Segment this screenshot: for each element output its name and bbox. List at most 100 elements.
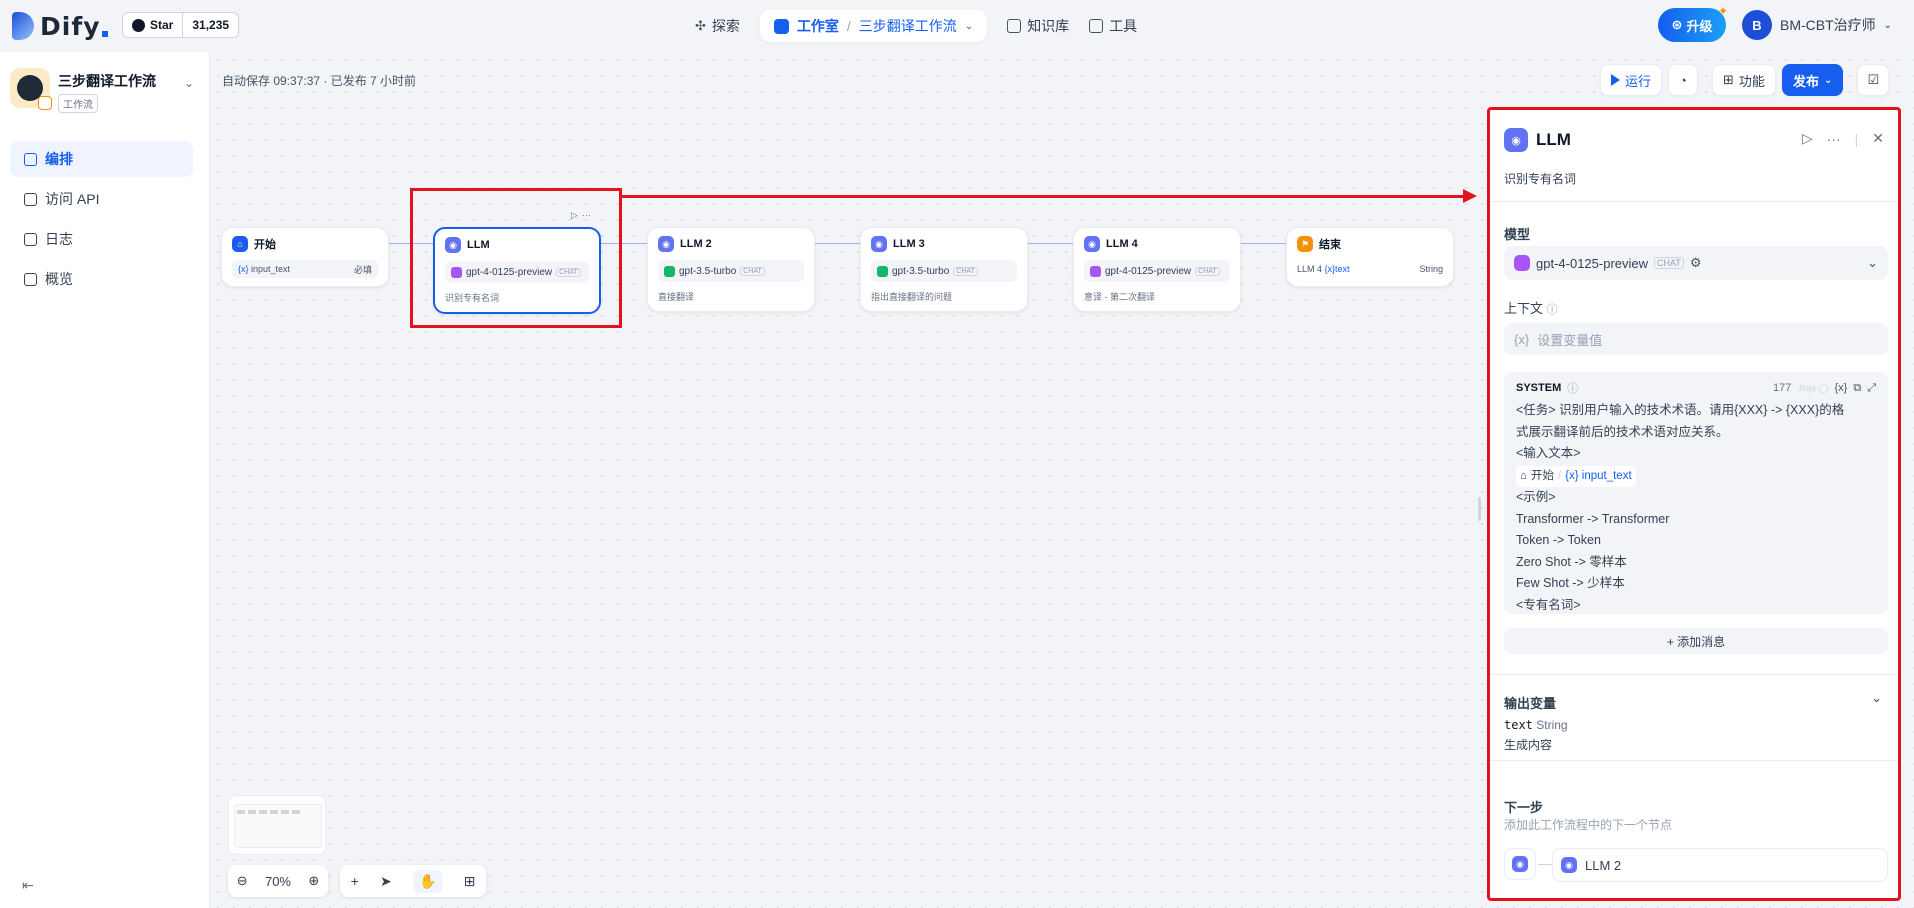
play-icon — [1611, 74, 1620, 86]
context-label-text: 上下文 — [1504, 301, 1544, 316]
bar-chart-icon — [24, 272, 37, 286]
node-title: LLM 3 — [893, 238, 925, 250]
close-icon[interactable]: ✕ — [1872, 130, 1884, 147]
dify-logo[interactable]: Dify — [12, 10, 108, 42]
settings-sliders-icon[interactable]: ⚙ — [1690, 255, 1702, 271]
divider — [1490, 201, 1898, 202]
help-icon[interactable]: ⓘ — [1567, 380, 1578, 396]
insert-variable-icon[interactable]: {x} — [1834, 382, 1847, 394]
node-end[interactable]: ⚑ 结束 LLM 4 {x}text String — [1286, 227, 1454, 287]
system-prompt-editor[interactable]: SYSTEM ⓘ 177 Jinja ◯ {x} ⧉ ⤢ <任务> 识别用户输入… — [1504, 372, 1888, 614]
divider — [1490, 760, 1898, 761]
expand-icon[interactable]: ⤢ — [1867, 382, 1876, 395]
history-button[interactable]: ◔ — [1668, 64, 1699, 96]
divider: | — [1854, 130, 1859, 147]
collapse-sidebar-icon[interactable]: ⇤ — [22, 877, 34, 894]
nav-app-name[interactable]: 三步翻译工作流 — [859, 16, 957, 36]
compass-icon: ✣ — [695, 18, 706, 33]
history-icon: ◔ — [1679, 72, 1687, 88]
chevron-down-icon[interactable]: ⌄ — [184, 76, 194, 90]
node-title: LLM 2 — [680, 238, 712, 250]
panel-actions: ▷ ··· | ✕ — [1802, 130, 1884, 147]
nav-explore[interactable]: ✣ 探索 — [695, 16, 740, 36]
context-label: 上下文 ⓘ — [1504, 298, 1558, 317]
nav-knowledge[interactable]: 知识库 — [1007, 16, 1069, 36]
hand-icon[interactable]: ✋ — [412, 869, 443, 893]
run-button[interactable]: 运行 — [1600, 64, 1663, 96]
prompt-line: Token -> Token — [1516, 533, 1601, 547]
organize-icon[interactable]: ⊞ — [464, 873, 476, 890]
upgrade-icon: ⊛ — [1671, 17, 1683, 32]
edge — [1241, 243, 1287, 244]
annotation-arrow-line — [622, 195, 1465, 198]
github-star-count: 31,235 — [192, 18, 230, 32]
flag-icon: ⚑ — [1297, 236, 1313, 252]
github-star-button[interactable]: Star 31,235 — [122, 12, 240, 38]
next-step-connector — [1538, 864, 1552, 865]
variable-sep: / — [1557, 469, 1562, 482]
output-variables-label[interactable]: 输出变量 — [1504, 693, 1556, 712]
nav-studio-label[interactable]: 工作室 — [797, 16, 839, 36]
upgrade-label: 升级 — [1686, 18, 1713, 34]
system-label: SYSTEM — [1516, 382, 1562, 394]
node-llm-3[interactable]: ◉ LLM 3 gpt-3.5-turbo CHAT 指出直接翻译的问题 — [860, 227, 1028, 312]
chevron-down-icon: ⌄ — [1883, 19, 1893, 31]
openai-icon — [664, 265, 675, 277]
pointer-icon[interactable]: ➤ — [380, 873, 392, 890]
features-button[interactable]: ⊞ 功能 — [1712, 64, 1776, 96]
divider — [1490, 674, 1898, 675]
openai-icon — [1090, 265, 1101, 277]
sidebar-item-label: 访问 API — [45, 191, 100, 207]
sidebar-item-logs[interactable]: 日志 — [10, 221, 193, 257]
book-icon — [1007, 19, 1022, 33]
model-name: gpt-3.5-turbo — [892, 265, 950, 277]
output-var-name: text — [1504, 718, 1533, 732]
model-selector[interactable]: gpt-4-0125-preview CHAT ⚙ ⌄ — [1504, 246, 1888, 280]
jinja-toggle[interactable]: Jinja ◯ — [1797, 383, 1828, 394]
app-header[interactable]: 三步翻译工作流 工作流 ⌄ — [10, 68, 200, 113]
annotation-highlight-box — [410, 188, 622, 328]
upgrade-button[interactable]: ⊛ 升级 ✦ — [1658, 4, 1728, 42]
sidebar-item-api[interactable]: 访问 API — [10, 181, 193, 217]
nav-studio-pill[interactable]: 工作室 / 三步翻译工作流 ⌄ — [759, 10, 988, 42]
play-icon[interactable]: ▷ — [1802, 130, 1813, 147]
main-nav: ✣ 探索 工作室 / 三步翻译工作流 ⌄ 知识库 工具 — [695, 10, 1137, 42]
add-node-icon[interactable]: + — [351, 873, 359, 889]
more-icon[interactable]: ··· — [1827, 131, 1841, 147]
nav-knowledge-label: 知识库 — [1027, 18, 1070, 34]
copy-icon[interactable]: ⧉ — [1853, 382, 1861, 395]
chevron-down-icon[interactable]: ⌄ — [1871, 690, 1882, 706]
minimap[interactable] — [228, 795, 326, 855]
model-label: 模型 — [1504, 227, 1531, 242]
nav-tools[interactable]: 工具 — [1089, 16, 1137, 36]
add-message-button[interactable]: + 添加消息 — [1504, 628, 1888, 654]
prompt-variable-chip[interactable]: ⌂ 开始 / {x} input_text — [1516, 465, 1636, 487]
system-prompt-text[interactable]: <任务> 识别用户输入的技术术语。请用{XXX} -> {XXX}的格 式展示翻… — [1516, 400, 1876, 616]
openai-icon — [877, 265, 888, 277]
prompt-line: Zero Shot -> 零样本 — [1516, 554, 1627, 569]
zoom-level[interactable]: 70% — [265, 874, 291, 889]
variable-required: 必填 — [353, 264, 372, 275]
panel-description[interactable]: 识别专有名词 — [1504, 170, 1576, 187]
sidebar-item-overview[interactable]: 概览 — [10, 261, 193, 297]
panel-title[interactable]: LLM — [1536, 130, 1571, 150]
checklist-button[interactable]: ☑ — [1857, 64, 1890, 96]
zoom-in-icon[interactable]: ⊕ — [308, 873, 319, 889]
node-llm-4[interactable]: ◉ LLM 4 gpt-4-0125-preview CHAT 意译 - 第二次翻… — [1073, 227, 1241, 312]
jinja-label: Jinja — [1797, 382, 1816, 393]
zoom-controls: ⊖ 70% ⊕ — [228, 865, 328, 897]
output-var-desc: 生成内容 — [1504, 738, 1553, 752]
variable-name: input_text — [251, 264, 291, 274]
home-icon: ⌂ — [232, 236, 248, 252]
sidebar-item-orchestrate[interactable]: 编排 — [10, 141, 193, 177]
publish-button[interactable]: 发布 ⌄ — [1781, 64, 1844, 96]
chevron-down-icon[interactable]: ⌄ — [965, 21, 973, 32]
panel-resize-handle[interactable] — [1478, 497, 1481, 521]
node-llm-2[interactable]: ◉ LLM 2 gpt-3.5-turbo CHAT 直接翻译 — [647, 227, 815, 312]
user-menu[interactable]: B BM-CBT治疗师 ⌄ — [1742, 10, 1892, 40]
node-start[interactable]: ⌂ 开始 {x} input_text 必填 — [221, 227, 389, 287]
zoom-out-icon[interactable]: ⊖ — [237, 873, 248, 889]
context-variable-input[interactable]: {x} 设置变量值 — [1504, 323, 1888, 355]
next-step-node[interactable]: ◉ LLM 2 — [1552, 848, 1888, 882]
help-icon[interactable]: ⓘ — [1547, 304, 1558, 316]
